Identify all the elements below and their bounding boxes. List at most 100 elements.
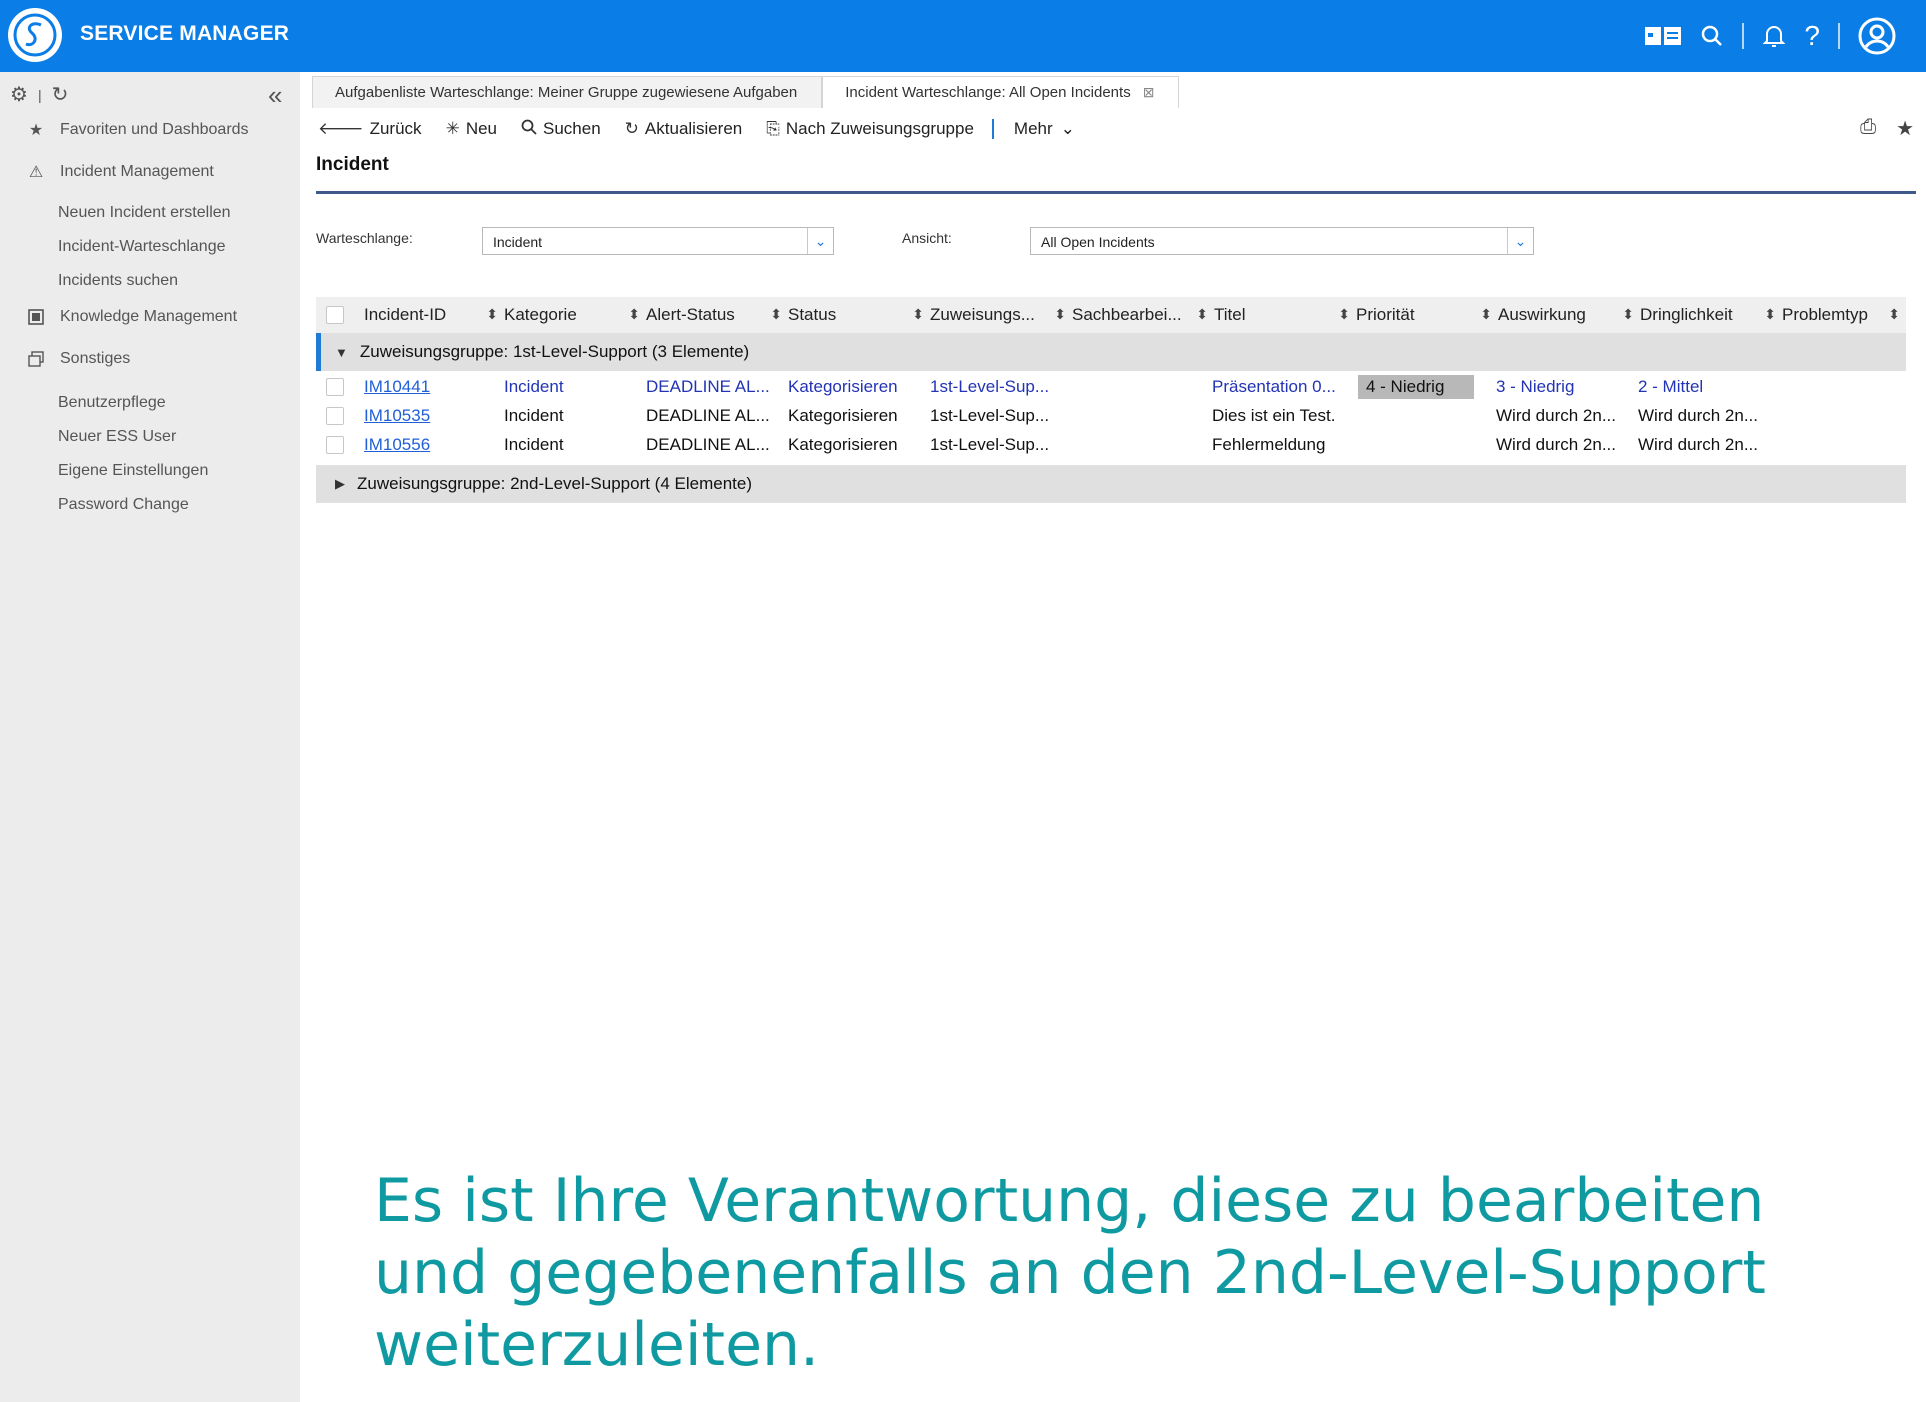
refresh-icon[interactable]: ↻ (52, 82, 69, 107)
sidebar-item-other[interactable]: Sonstiges (26, 350, 130, 368)
tab-label: Aufgabenliste Warteschlange: Meiner Grup… (335, 84, 798, 101)
sidebar-item-knowledge-management[interactable]: Knowledge Management (26, 308, 237, 326)
app-brand: SERVICE MANAGER (80, 22, 290, 45)
column-title[interactable]: Titel ⬍ (1214, 297, 1356, 333)
column-priority[interactable]: Priorität ⬍ (1356, 297, 1498, 333)
column-label: Auswirkung (1498, 305, 1586, 324)
group-by-button[interactable]: ⎘ Nach Zuweisungsgruppe (766, 119, 974, 139)
search-icon[interactable] (1700, 24, 1724, 48)
refresh-button[interactable]: ↻ Aktualisieren (625, 119, 743, 139)
cell-title: Dies ist ein Test. (1212, 406, 1336, 425)
sidebar-subitem-new-incident[interactable]: Neuen Incident erstellen (58, 204, 231, 222)
caption-text: Es ist Ihre Verantwortung, diese zu bear… (374, 1166, 1766, 1380)
close-icon[interactable]: ⊠ (1143, 84, 1155, 101)
sidebar-item-incident-management[interactable]: ⚠ Incident Management (26, 162, 214, 182)
cell-assignment: 1st-Level-Sup... (930, 377, 1050, 396)
table-row[interactable]: IM10535 Incident DEADLINE AL... Kategori… (316, 402, 1906, 430)
cell-title: Präsentation 0... (1212, 377, 1336, 396)
cell-status: Kategorisieren (788, 377, 898, 396)
book-icon (26, 309, 46, 325)
cell-impact: Wird durch 2n... (1496, 406, 1616, 425)
group-header-2nd-level[interactable]: ▶ Zuweisungsgruppe: 2nd-Level-Support (4… (316, 465, 1906, 503)
refresh-label: Aktualisieren (644, 119, 743, 138)
sidebar-subitem-password-change[interactable]: Password Change (58, 496, 189, 514)
group-by-label: Nach Zuweisungsgruppe (785, 119, 974, 138)
incident-id-link[interactable]: IM10556 (364, 435, 494, 455)
column-assignee[interactable]: Sachbearbei... ⬍ (1072, 297, 1214, 333)
more-button[interactable]: Mehr ⌄ (1014, 119, 1075, 139)
sidebar-item-favorites[interactable]: ★ Favoriten und Dashboards (26, 120, 249, 140)
cell-urgency: 2 - Mittel (1638, 377, 1704, 396)
column-label: Kategorie (504, 305, 577, 324)
table-row[interactable]: IM10441 Incident DEADLINE AL... Kategori… (316, 373, 1906, 401)
back-label: Zurück (369, 119, 422, 138)
sidebar-subitem-incident-queue[interactable]: Incident-Warteschlange (58, 238, 226, 256)
view-label: Ansicht: (902, 230, 952, 246)
sort-icon: ⬍ (1764, 306, 1776, 322)
column-status[interactable]: Status ⬍ (788, 297, 930, 333)
favorite-star-icon[interactable]: ★ (1896, 116, 1914, 141)
cell-urgency: Wird durch 2n... (1638, 406, 1758, 425)
cell-impact: Wird durch 2n... (1496, 435, 1616, 454)
cell-urgency: Wird durch 2n... (1638, 435, 1758, 454)
checkbox (326, 306, 344, 324)
keyboard-icon[interactable] (1644, 25, 1682, 47)
back-button[interactable]: 🡐 Zurück (318, 119, 422, 139)
tab-task-queue[interactable]: Aufgabenliste Warteschlange: Meiner Grup… (312, 76, 823, 108)
bell-icon[interactable] (1762, 23, 1786, 49)
chevron-down-icon: ⌄ (807, 228, 833, 254)
new-button[interactable]: ✳ Neu (446, 119, 497, 139)
more-label: Mehr (1013, 119, 1053, 138)
column-urgency[interactable]: Dringlichkeit ⬍ (1640, 297, 1782, 333)
sidebar-item-label: Incident Management (60, 163, 214, 180)
sidebar-subitem-own-settings[interactable]: Eigene Einstellungen (58, 462, 208, 480)
help-icon[interactable]: ? (1804, 20, 1820, 52)
incident-id-link[interactable]: IM10535 (364, 406, 494, 426)
column-impact[interactable]: Auswirkung ⬍ (1498, 297, 1640, 333)
warning-icon: ⚠ (28, 164, 44, 181)
toolbar-right: ⎙ ★ (1860, 116, 1914, 141)
chevron-down-icon: ⌄ (1060, 119, 1075, 138)
sort-icon: ⬍ (1054, 306, 1066, 322)
incident-id-link[interactable]: IM10441 (364, 377, 494, 397)
tab-bar: Aufgabenliste Warteschlange: Meiner Grup… (312, 76, 1180, 108)
column-problem-type[interactable]: Problemtyp ⬍ (1782, 297, 1906, 333)
column-label: Alert-Status (646, 305, 735, 324)
column-assignment[interactable]: Zuweisungs... ⬍ (930, 297, 1072, 333)
sidebar-subitem-user-maintenance[interactable]: Benutzerpflege (58, 394, 166, 412)
column-alert-status[interactable]: Alert-Status ⬍ (646, 297, 788, 333)
sort-icon: ⬍ (628, 306, 640, 322)
cell-impact: 3 - Niedrig (1496, 377, 1575, 396)
row-checkbox[interactable] (326, 378, 344, 396)
view-select[interactable]: All Open Incidents ⌄ (1030, 227, 1534, 255)
tab-incident-queue[interactable]: Incident Warteschlange: All Open Inciden… (822, 76, 1180, 108)
divider: | (37, 86, 42, 103)
table-row[interactable]: IM10556 Incident DEADLINE AL... Kategori… (316, 431, 1906, 459)
collapse-sidebar-icon[interactable]: « (268, 80, 282, 111)
sidebar-tools: ⚙ | ↻ (10, 82, 68, 107)
cell-title: Fehlermeldung (1212, 435, 1326, 454)
gear-icon[interactable]: ⚙ (10, 82, 28, 107)
page-title: Incident (316, 154, 389, 175)
top-bar: SERVICE MANAGER ? (0, 0, 1926, 72)
title-divider (316, 191, 1916, 194)
cell-assignment: 1st-Level-Sup... (930, 406, 1050, 425)
column-incident-id[interactable]: Incident-ID ⬍ (364, 297, 504, 333)
row-checkbox[interactable] (326, 436, 344, 454)
sidebar-subitem-new-ess-user[interactable]: Neuer ESS User (58, 428, 176, 446)
row-checkbox[interactable] (326, 407, 344, 425)
column-category[interactable]: Kategorie ⬍ (504, 297, 646, 333)
top-icons: ? (1644, 14, 1896, 58)
user-avatar-icon[interactable] (1858, 17, 1896, 55)
search-button[interactable]: Suchen (521, 119, 601, 140)
chevron-down-icon: ⌄ (1507, 228, 1533, 254)
select-all-checkbox[interactable] (326, 297, 344, 333)
cell-priority: 4 - Niedrig (1358, 375, 1474, 399)
group-header-1st-level[interactable]: ▼ Zuweisungsgruppe: 1st-Level-Support (3… (316, 333, 1906, 371)
queue-select[interactable]: Incident ⌄ (482, 227, 834, 255)
print-icon[interactable]: ⎙ (1860, 116, 1876, 141)
priority-badge: 4 - Niedrig (1358, 375, 1474, 399)
app-logo[interactable] (8, 8, 62, 62)
cell-category: Incident (504, 435, 564, 454)
sidebar-subitem-search-incidents[interactable]: Incidents suchen (58, 272, 178, 290)
